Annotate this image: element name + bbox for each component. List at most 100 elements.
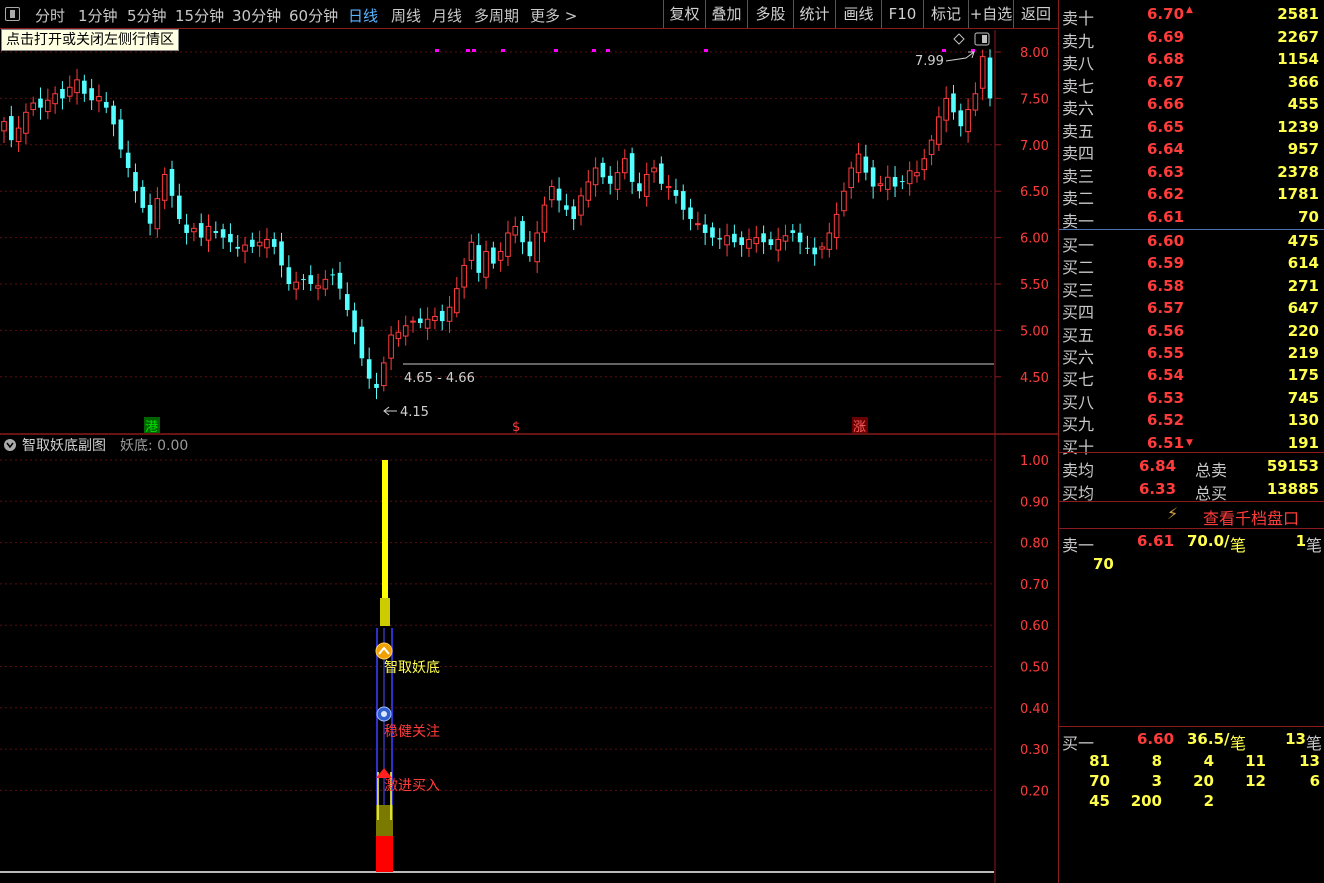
candle-body [169,169,175,196]
period-tab[interactable]: 1分钟 [78,5,118,26]
ask-level-row[interactable]: 卖九 6.69 2267 [1059,26,1324,51]
level-volume: 1154 [1277,50,1319,68]
period-tab[interactable]: 30分钟 [232,5,281,26]
candle-body [410,320,416,323]
level-volume: 2267 [1277,27,1319,46]
add-watchlist-button[interactable]: +自选 [968,0,1013,28]
level-volume: 219 [1287,344,1319,362]
candle-body [395,331,402,340]
f10-button[interactable]: F10 [881,0,923,28]
period-tab[interactable]: 周线 [391,5,421,26]
candle-body [147,204,153,224]
level-price: 6.65 [1147,117,1185,136]
ask-level-row[interactable]: 卖四 6.64 957 [1059,138,1324,163]
candle-body [622,158,628,174]
level-volume: 175 [1287,366,1319,385]
bid-level-row[interactable]: 买三 6.58 271 [1059,275,1324,300]
bid-level-row[interactable]: 买一 6.60 475 [1059,230,1324,255]
candle-body [643,173,650,197]
signal-aggressive-buy: 激进买入 [384,777,440,794]
candle-body [366,359,372,379]
candle-body [965,109,971,133]
ask-level-row[interactable]: 卖十 6.70 2581 ▲ [1059,3,1324,28]
candle-body [23,111,29,134]
candle-body [301,279,306,281]
ask-level-row[interactable]: 卖八 6.68 1154 [1059,48,1324,73]
adjust-button[interactable]: 复权 [663,0,705,28]
candle-body [15,127,22,143]
candle-body [534,232,540,263]
multi-stock-button[interactable]: 多股 [747,0,793,28]
mark-button[interactable]: 标记 [923,0,968,28]
candle-body [161,173,168,201]
period-tab[interactable]: 多周期 [474,5,519,26]
bid-level-row[interactable]: 买八 6.53 745 [1059,387,1324,412]
candle-body [819,246,825,250]
candle-body [710,227,715,238]
bid1-order: 200 [1130,792,1162,810]
bid1-order: 12 [1245,772,1266,790]
level-price: 6.70 [1147,5,1185,23]
candle-body [250,239,255,247]
chart-corner-icons[interactable] [953,32,990,46]
level-price: 6.53 [1147,388,1185,407]
level-price: 6.58 [1147,276,1185,295]
bid-level-row[interactable]: 买七 6.54 175 [1059,364,1324,389]
chart-area[interactable]: 8.00 7.50 7.00 6.50 6.00 5.50 5.00 4.50 7.99 4.… [0,30,1058,883]
limit-down-arrow-icon: ▼ [1186,437,1193,448]
ask-level-row[interactable]: 卖六 6.66 455 [1059,93,1324,118]
candle-body [548,186,555,201]
level-label: 卖一 [1062,211,1095,231]
bid-level-row[interactable]: 买十 6.51 191 ▼ [1059,432,1324,457]
bid-level-row[interactable]: 买六 6.55 219 [1059,342,1324,367]
period-tab[interactable]: 分时 [35,5,65,26]
indicator-header: 智取妖底副图 妖底: 0.00 [4,438,188,454]
back-button[interactable]: 返回 [1013,0,1058,28]
candle-body [380,362,387,387]
ask-level-row[interactable]: 卖三 6.63 2378 [1059,161,1324,186]
ask-level-row[interactable]: 卖一 6.61 70 [1059,206,1324,231]
period-tab-active[interactable]: 日线 [348,5,378,26]
overlay-button[interactable]: 叠加 [705,0,747,28]
period-tab[interactable]: 5分钟 [127,5,167,26]
candle-body [418,318,423,323]
candle-body [936,116,942,145]
draw-line-button[interactable]: 画线 [835,0,881,28]
level-price: 6.69 [1147,27,1185,46]
bid-level-row[interactable]: 买九 6.52 130 [1059,409,1324,434]
period-tab[interactable]: 月线 [432,5,462,26]
collapse-icon[interactable] [4,439,16,451]
toggle-panel-icon[interactable] [5,7,20,21]
statistics-button[interactable]: 统计 [793,0,835,28]
buy-average-price: 6.33 [1139,480,1177,498]
candle-body [322,278,329,290]
view-depth-button[interactable]: ⚡ 查看千档盘口 [1059,502,1324,528]
candle-body [264,238,270,249]
bid-level-row[interactable]: 买五 6.56 220 [1059,320,1324,345]
buy-average-row: 买均 6.33 总买 13885 [1059,478,1324,503]
ask1-label: 卖一 [1062,536,1095,555]
candle-body [344,294,350,310]
ask1-price: 6.61 [1137,532,1175,550]
candle-body [315,285,321,289]
kline-event-badges: 港 $ 涨 [144,417,868,435]
period-tab[interactable]: 15分钟 [175,5,224,26]
level-price: 6.61 [1147,207,1185,226]
ask-level-row[interactable]: 卖二 6.62 1781 [1059,183,1324,208]
candle-body [841,190,847,212]
level-volume: 1239 [1277,117,1319,136]
ask-level-row[interactable]: 卖七 6.67 366 [1059,71,1324,96]
level-price: 6.55 [1147,344,1185,362]
bid-level-row[interactable]: 买二 6.59 614 [1059,252,1324,277]
candle-body [527,241,533,257]
bid-level-row[interactable]: 买四 6.57 647 [1059,297,1324,322]
signal-smart-bottom: 智取妖底 [384,660,440,676]
ask-level-row[interactable]: 卖五 6.65 1239 [1059,116,1324,141]
period-tab[interactable]: 60分钟 [289,5,338,26]
candle-body [680,191,686,210]
candle-body [571,206,576,220]
period-tab-more[interactable]: 更多 > [530,5,577,26]
candle-body [191,227,197,233]
candle-body [972,93,979,111]
candle-body [556,188,562,201]
